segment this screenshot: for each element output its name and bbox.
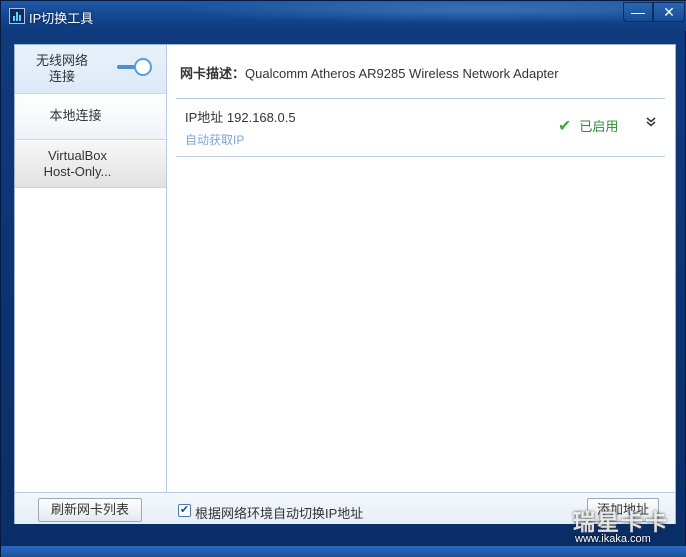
client-area: 无线网络 连接 本地连接 VirtualBox Host-Only... 网卡描… — [14, 44, 676, 524]
sidebar-item-label: 无线网络 连接 — [35, 53, 88, 84]
app-icon — [9, 8, 25, 24]
minimize-button[interactable]: — — [623, 2, 653, 22]
window-title: IP切换工具 — [29, 11, 94, 26]
sidebar-item-local[interactable]: 本地连接 — [15, 94, 166, 140]
minimize-icon: — — [631, 4, 645, 20]
status-label: 已启用 — [579, 119, 619, 134]
nic-description: 网卡描述：Qualcomm Atheros AR9285 Wireless Ne… — [180, 63, 559, 82]
ip-mode: 自动获取IP — [185, 133, 245, 147]
check-icon: ✔ — [558, 118, 572, 135]
adapter-toggle[interactable] — [134, 58, 152, 76]
sidebar-item-label: 本地连接 — [49, 108, 102, 123]
ip-entry-row[interactable]: IP地址 192.168.0.5 自动获取IP ✔ 已启用 — [176, 98, 665, 157]
auto-switch-label[interactable]: 根据网络环境自动切换IP地址 — [195, 503, 363, 522]
double-chevron-down-icon[interactable] — [646, 116, 656, 130]
close-icon: ✕ — [663, 4, 675, 20]
close-button[interactable]: ✕ — [653, 2, 685, 22]
ip-address: IP地址 192.168.0.5 — [185, 110, 296, 125]
adapter-details: 网卡描述：Qualcomm Atheros AR9285 Wireless Ne… — [167, 45, 675, 492]
watermark: 瑞星卡卡 www.ikaka.com — [557, 505, 681, 551]
sidebar-item-label: VirtualBox Host-Only... — [43, 148, 112, 179]
nic-description-label: 网卡描述： — [180, 66, 246, 81]
sidebar-item-virtualbox[interactable]: VirtualBox Host-Only... — [15, 141, 166, 188]
title-bar[interactable]: IP切换工具 — ✕ — [1, 1, 686, 31]
adapter-sidebar: 无线网络 连接 本地连接 VirtualBox Host-Only... — [15, 45, 167, 492]
watermark-url: www.ikaka.com — [575, 533, 651, 545]
auto-switch-checkbox[interactable]: ✔ — [178, 504, 191, 517]
app-window: IP切换工具 — ✕ 无线网络 连接 本地连接 VirtualBox Host-… — [0, 0, 686, 557]
sidebar-item-wireless[interactable]: 无线网络 连接 — [15, 45, 166, 94]
refresh-adapters-button[interactable]: 刷新网卡列表 — [38, 498, 142, 522]
status-badge: ✔ 已启用 — [558, 116, 618, 136]
nic-description-value: Qualcomm Atheros AR9285 Wireless Network… — [245, 66, 559, 81]
